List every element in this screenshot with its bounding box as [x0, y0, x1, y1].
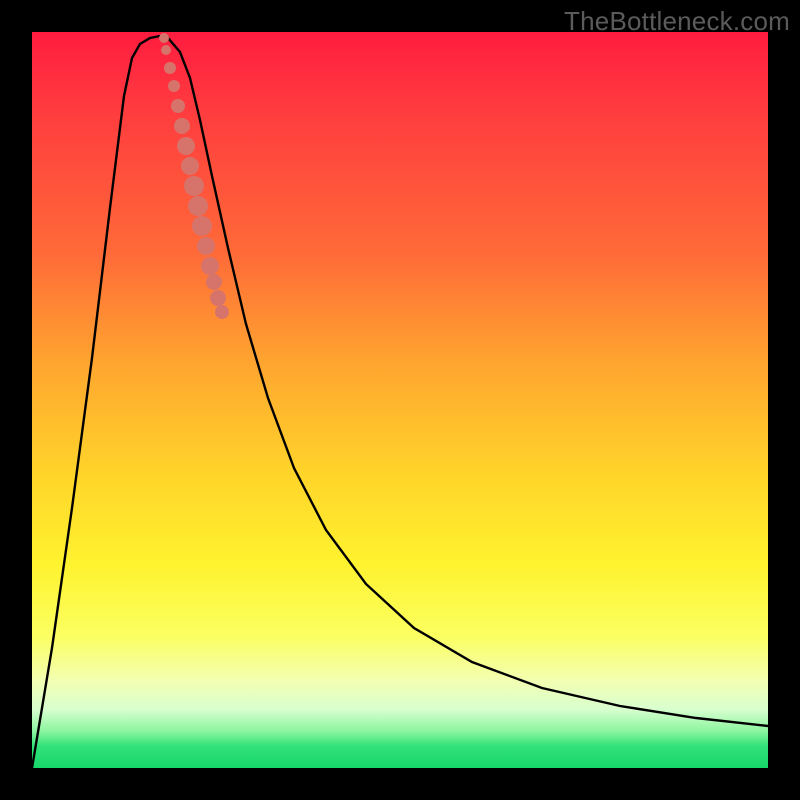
- marker-dot: [192, 216, 212, 236]
- marker-dot: [181, 157, 199, 175]
- marker-dot: [188, 196, 208, 216]
- marker-dot: [171, 99, 185, 113]
- marker-dot: [210, 290, 226, 306]
- marker-dot: [159, 33, 169, 43]
- marker-dot: [206, 274, 222, 290]
- curve-group: [32, 36, 768, 768]
- marker-dots: [159, 33, 229, 319]
- marker-dot: [201, 257, 219, 275]
- marker-dot: [215, 305, 229, 319]
- chart-frame: TheBottleneck.com: [0, 0, 800, 800]
- bottleneck-curve: [32, 36, 768, 768]
- marker-dot: [177, 137, 195, 155]
- marker-dot: [164, 62, 176, 74]
- marker-dot: [184, 176, 204, 196]
- marker-dot: [168, 80, 180, 92]
- curve-layer: [32, 32, 768, 768]
- marker-dot: [197, 237, 215, 255]
- marker-dot: [174, 118, 190, 134]
- marker-dot: [161, 45, 171, 55]
- watermark-text: TheBottleneck.com: [564, 6, 790, 37]
